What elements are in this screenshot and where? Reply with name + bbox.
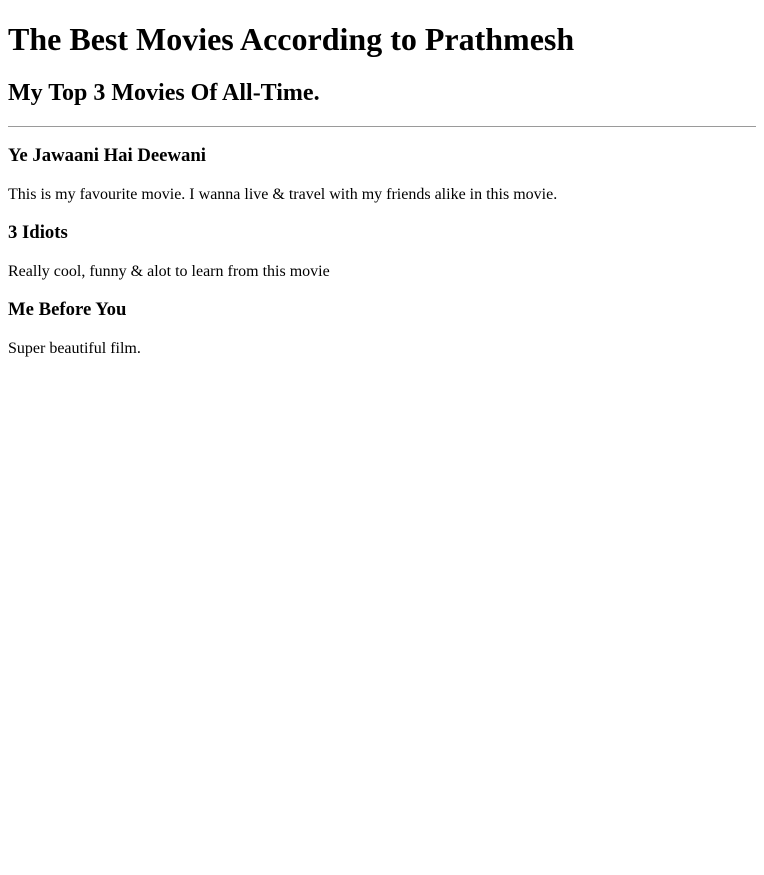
movie-item: Me Before You Super beautiful film. xyxy=(8,299,756,358)
movie-list: Ye Jawaani Hai Deewani This is my favour… xyxy=(8,145,756,358)
divider xyxy=(8,126,756,127)
movie-title: Ye Jawaani Hai Deewani xyxy=(8,145,206,166)
movie-description: Super beautiful film. xyxy=(8,340,141,357)
page-subtitle: My Top 3 Movies Of All-Time. xyxy=(8,80,320,106)
movie-title: 3 Idiots xyxy=(8,222,68,243)
movie-item: Ye Jawaani Hai Deewani This is my favour… xyxy=(8,145,756,204)
movie-description: This is my favourite movie. I wanna live… xyxy=(8,186,558,203)
page-title: The Best Movies According to Prathmesh xyxy=(8,21,575,57)
movie-item: 3 Idiots Really cool, funny & alot to le… xyxy=(8,222,756,281)
movie-description: Really cool, funny & alot to learn from … xyxy=(8,263,330,280)
movie-title: Me Before You xyxy=(8,299,127,320)
